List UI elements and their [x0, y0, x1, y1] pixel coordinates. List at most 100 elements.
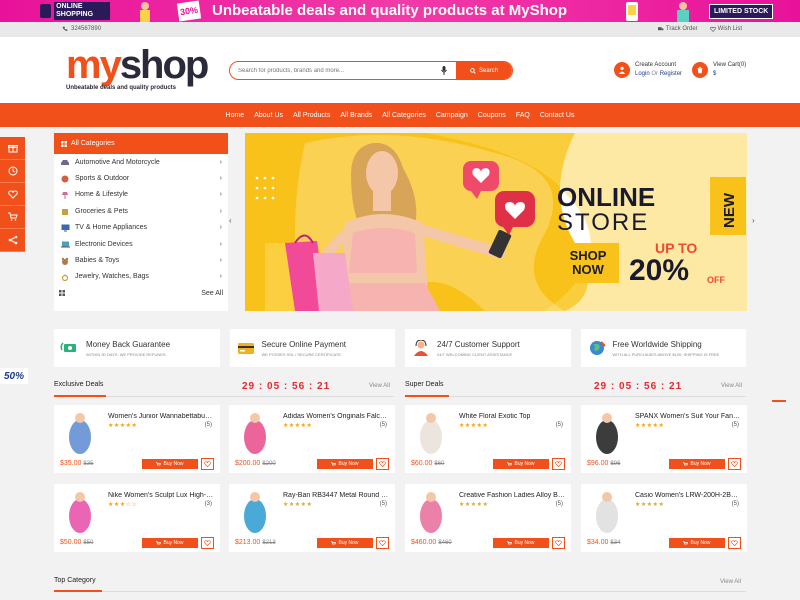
cart-section[interactable]: View Cart(0) $	[692, 61, 746, 79]
category-item-tv[interactable]: TV & Home Appliances ›	[54, 220, 228, 236]
product-name[interactable]: Women's Junior Wannabettabutt Stretch De…	[108, 413, 214, 420]
microphone-icon[interactable]	[438, 65, 450, 77]
myshop-logo[interactable]: myshop Unbeatable deals and quality prod…	[66, 45, 209, 91]
chevron-right-icon: ›	[219, 158, 222, 166]
category-item-jewelry[interactable]: Jewelry, Watches, Bags ›	[54, 269, 228, 285]
category-item-babies[interactable]: Babies & Toys ›	[54, 252, 228, 268]
product-name[interactable]: Casio Women's LRW-200H-2BVCF Watch	[635, 492, 741, 499]
exclusive-view-all-link[interactable]: View All	[369, 383, 390, 389]
buy-now-button[interactable]: Buy Now	[317, 538, 373, 548]
buy-now-button[interactable]: Buy Now	[142, 459, 198, 469]
gift-icon[interactable]	[0, 137, 25, 160]
hero-next-arrow-icon[interactable]: ›	[752, 216, 755, 225]
lamp-icon	[60, 191, 70, 199]
category-item-home[interactable]: Home & Lifestyle ›	[54, 187, 228, 203]
wishlist-heart-icon[interactable]	[552, 458, 565, 470]
search-input[interactable]	[230, 62, 438, 79]
product-card[interactable]: Creative Fashion Ladies Alloy Brooch Pin…	[405, 484, 571, 552]
buy-now-button[interactable]: Buy Now	[493, 538, 549, 548]
clock-icon[interactable]	[0, 160, 25, 183]
category-item-electronics[interactable]: Electronic Devices ›	[54, 236, 228, 252]
product-old-price: $50	[83, 540, 94, 546]
wishlist-heart-icon[interactable]	[201, 458, 214, 470]
product-image[interactable]	[235, 409, 275, 457]
buy-now-button[interactable]: Buy Now	[669, 459, 725, 469]
buy-now-button[interactable]: Buy Now	[493, 459, 549, 469]
product-image[interactable]	[587, 409, 627, 457]
wishlist-heart-icon[interactable]	[552, 537, 565, 549]
product-name[interactable]: Nike Women's Sculpt Lux High-Rise Tights	[108, 492, 214, 499]
view-cart-label[interactable]: View Cart(0)	[713, 61, 746, 70]
nav-all-products[interactable]: All Products	[288, 112, 335, 119]
user-icon[interactable]	[614, 62, 630, 78]
super-view-all-link[interactable]: View All	[721, 383, 742, 389]
see-all-categories-link[interactable]: See All	[201, 290, 223, 297]
section-underline	[54, 395, 106, 397]
nav-all-brands[interactable]: All Brands	[335, 112, 377, 119]
search-icon	[470, 67, 476, 74]
buy-now-button[interactable]: Buy Now	[317, 459, 373, 469]
nav-about-us[interactable]: About Us	[249, 112, 288, 119]
wishlist-heart-icon[interactable]	[728, 537, 741, 549]
hero-prev-arrow-icon[interactable]: ‹	[229, 216, 232, 225]
review-count: (5)	[555, 422, 563, 428]
product-image[interactable]	[60, 409, 100, 457]
truck-icon	[657, 27, 664, 31]
nav-coupons[interactable]: Coupons	[473, 112, 511, 119]
product-image[interactable]	[235, 488, 275, 536]
product-card[interactable]: Ray-Ban RB3447 Metal Round Sunglasses ★★★…	[229, 484, 395, 552]
wishlist-heart-icon[interactable]	[728, 458, 741, 470]
product-name[interactable]: Adidas Women's Originals Falcon Shoes	[283, 413, 389, 420]
hero-banner[interactable]: ONLINE STORE NEW SHOP NOW UP TO 20% OFF	[245, 133, 747, 311]
wish-list-link[interactable]: Wish List	[709, 26, 742, 32]
product-image[interactable]	[411, 409, 451, 457]
wishlist-heart-icon[interactable]	[376, 537, 389, 549]
hero-new-tag: NEW	[721, 192, 738, 228]
top-category-view-all-link[interactable]: View All	[720, 579, 741, 585]
hero-shop-now[interactable]: SHOP NOW	[557, 243, 619, 277]
chevron-right-icon: ›	[219, 224, 222, 232]
product-image[interactable]	[60, 488, 100, 536]
product-name[interactable]: Ray-Ban RB3447 Metal Round Sunglasses	[283, 492, 389, 499]
track-order-link[interactable]: Track Order	[657, 26, 698, 32]
heart-outline-icon[interactable]	[0, 183, 25, 206]
phone-contact[interactable]: 324567890	[62, 26, 101, 32]
wishlist-heart-icon[interactable]	[376, 458, 389, 470]
nav-campaign[interactable]: Campaign	[431, 112, 473, 119]
buy-now-button[interactable]: Buy Now	[669, 538, 725, 548]
product-name[interactable]: White Floral Exotic Top	[459, 413, 565, 420]
login-link[interactable]: Login	[635, 71, 650, 77]
product-card[interactable]: White Floral Exotic Top ★★★★★ (5) $60.00 $60…	[405, 405, 571, 473]
product-card[interactable]: Women's Junior Wannabettabutt Stretch De…	[54, 405, 220, 473]
register-link[interactable]: Register	[660, 71, 682, 77]
product-image[interactable]	[411, 488, 451, 536]
product-card[interactable]: Casio Women's LRW-200H-2BVCF Watch ★★★★★ (…	[581, 484, 747, 552]
review-count: (5)	[379, 501, 387, 507]
search-button[interactable]: Search	[456, 62, 512, 79]
nav-home[interactable]: Home	[221, 112, 250, 119]
product-card[interactable]: Nike Women's Sculpt Lux High-Rise Tights…	[54, 484, 220, 552]
product-price: $460.00	[411, 539, 437, 546]
nav-all-categories[interactable]: All Categories	[377, 112, 431, 119]
nav-contact-us[interactable]: Contact Us	[535, 112, 580, 119]
share-icon[interactable]	[0, 229, 25, 252]
nav-faq[interactable]: FAQ	[511, 112, 535, 119]
product-card[interactable]: SPANX Women's Suit Your Fancy Strapless ★…	[581, 405, 747, 473]
shopping-cart-icon[interactable]	[0, 206, 25, 229]
feature-subtitle: 24/7 WELCOMING CLIENT ASSISTANCE	[437, 351, 513, 357]
product-name[interactable]: Creative Fashion Ladies Alloy Brooch Pin	[459, 492, 565, 499]
promo-50-badge[interactable]: 50%	[0, 368, 28, 384]
buy-now-button[interactable]: Buy Now	[142, 538, 198, 548]
product-card[interactable]: Adidas Women's Originals Falcon Shoes ★★★…	[229, 405, 395, 473]
cart-icon[interactable]	[692, 62, 708, 78]
category-item-groceries[interactable]: Groceries & Pets ›	[54, 203, 228, 219]
category-item-sports[interactable]: Sports & Outdoor ›	[54, 170, 228, 186]
wishlist-heart-icon[interactable]	[201, 537, 214, 549]
ball-icon	[60, 175, 70, 183]
top-promo-banner[interactable]: ONLINE SHOPPING 30% Unbeatable deals and…	[0, 0, 800, 22]
cart-icon	[683, 461, 689, 465]
buy-now-label: Buy Now	[514, 461, 535, 467]
product-image[interactable]	[587, 488, 627, 536]
product-name[interactable]: SPANX Women's Suit Your Fancy Strapless	[635, 413, 741, 420]
category-item-automotive[interactable]: Automotive And Motorcycle ›	[54, 154, 228, 170]
